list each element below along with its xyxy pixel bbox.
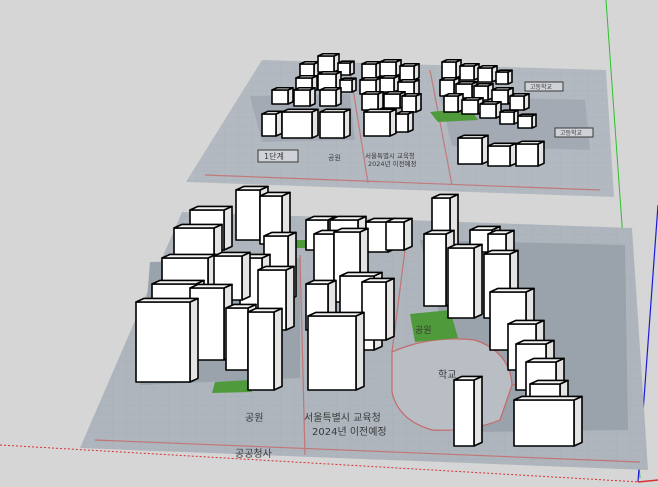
top-building-6	[399, 62, 420, 81]
bottom-tower-34	[307, 311, 365, 391]
top-building-7	[441, 58, 462, 79]
top-building-35	[319, 108, 351, 139]
top-label-office-1: 서울특별시 교육청	[365, 151, 415, 160]
bottom-label-park-center: 공원	[415, 325, 432, 336]
top-building-32	[517, 113, 537, 129]
bottom-label-park-left: 공원	[245, 412, 263, 424]
top-building-36	[363, 108, 397, 137]
top-building-23	[293, 86, 316, 107]
top-building-39	[487, 142, 517, 167]
top-building-21	[509, 92, 530, 111]
top-building-22	[271, 86, 294, 105]
bottom-label-office-1: 서울특별시 교육청	[304, 412, 381, 424]
top-building-33	[261, 110, 283, 137]
sketchup-viewport[interactable]: 1단계 공원 서울특별시 교육청 2024년 이전예정 고등학교 고등학교 공원…	[0, 0, 658, 487]
top-building-15	[379, 74, 400, 93]
top-label-box-left: 1단계	[264, 151, 284, 161]
bottom-tower-35	[247, 307, 283, 391]
top-label-box-right-upper: 고등학교	[530, 83, 553, 91]
top-building-38	[457, 134, 489, 165]
bottom-plan-park-left	[212, 380, 252, 393]
bottom-label-public-office: 공공청사	[235, 448, 272, 460]
top-building-31	[499, 109, 519, 125]
bottom-tower-37	[513, 395, 583, 447]
bottom-tower-23	[361, 277, 395, 341]
top-label-box-right-lower: 고등학교	[560, 129, 583, 137]
bottom-tower-32	[135, 297, 199, 383]
top-building-37	[395, 110, 414, 133]
top-label-park: 공원	[328, 153, 341, 162]
top-building-25	[361, 90, 384, 111]
bottom-plan-school-boundary	[391, 338, 513, 431]
top-label-office-2: 2024년 이전예정	[368, 159, 417, 168]
bottom-tower-11	[385, 217, 413, 251]
top-building-13	[339, 77, 357, 93]
top-building-4	[361, 60, 382, 79]
bottom-label-school: 학교	[438, 369, 456, 381]
top-building-2	[317, 52, 340, 73]
bottom-tower-36	[453, 375, 483, 447]
top-building-24	[319, 86, 342, 107]
top-building-27	[401, 92, 422, 113]
bottom-tower-17	[447, 243, 483, 319]
3d-model-scene[interactable]: 1단계 공원 서울특별시 교육청 2024년 이전예정 고등학교 고등학교 공원…	[0, 0, 658, 487]
top-building-28	[443, 92, 464, 113]
top-building-40	[515, 140, 545, 167]
bottom-label-office-2: 2024년 이전예정	[312, 426, 387, 438]
top-building-5	[379, 58, 402, 77]
top-building-10	[495, 69, 513, 85]
top-building-30	[479, 100, 502, 119]
top-building-34	[281, 108, 319, 139]
top-building-8	[459, 62, 480, 81]
top-building-9	[477, 64, 498, 83]
red-axis-solid	[637, 479, 658, 483]
